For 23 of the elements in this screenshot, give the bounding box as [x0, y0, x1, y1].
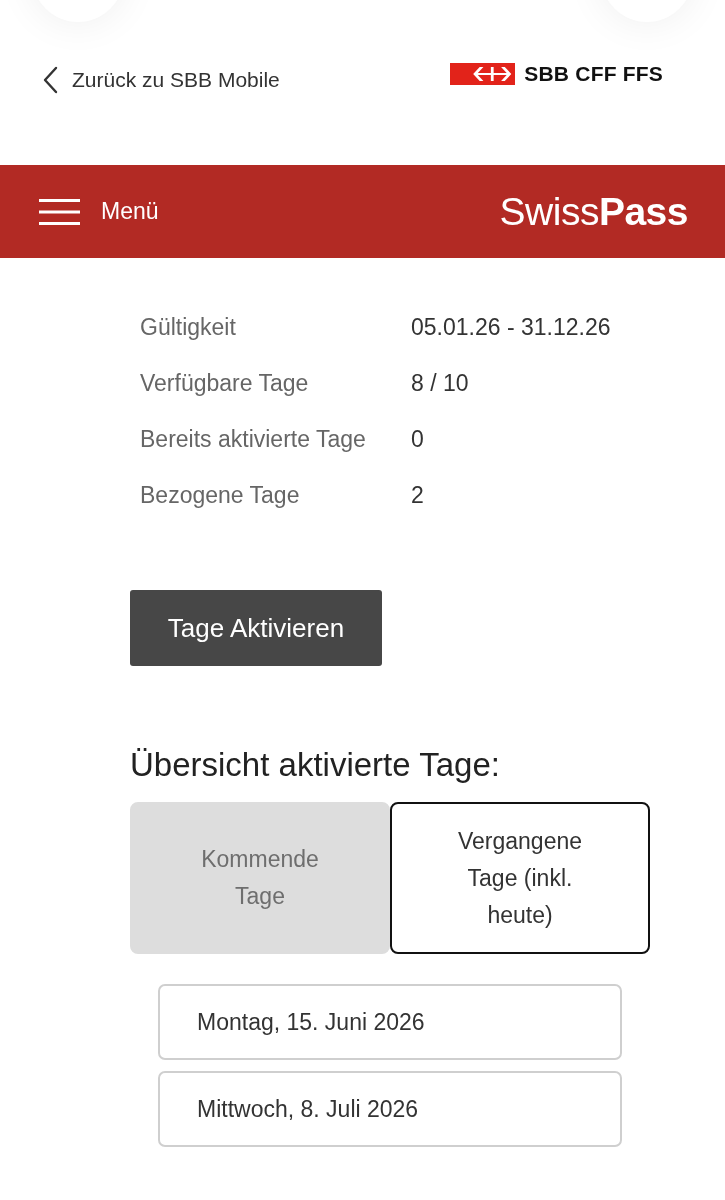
day-card[interactable]: Mittwoch, 8. Juli 2026	[158, 1071, 622, 1147]
back-link[interactable]: Zurück zu SBB Mobile	[42, 62, 280, 94]
detail-label: Gültigkeit	[140, 313, 236, 341]
detail-value: 8 / 10	[411, 369, 469, 397]
detail-value: 05.01.26 - 31.12.26	[411, 313, 611, 341]
back-chevron-icon	[42, 66, 58, 94]
menu-icon	[39, 198, 80, 225]
detail-label: Bereits aktivierte Tage	[140, 425, 366, 453]
menu-button[interactable]: Menü	[39, 198, 159, 225]
brand-title: SwissPass	[499, 189, 688, 234]
detail-value: 0	[411, 425, 424, 453]
section-heading: Übersicht aktivierte Tage:	[130, 746, 500, 784]
day-date: Mittwoch, 8. Juli 2026	[197, 1095, 419, 1123]
day-card[interactable]: Montag, 15. Juni 2026	[158, 984, 622, 1060]
logo-icon	[450, 63, 516, 85]
detail-label: Verfügbare Tage	[140, 369, 309, 397]
day-tab[interactable]: Kommende Tage	[130, 802, 390, 954]
detail-label: Bezogene Tage	[140, 481, 300, 509]
day-date: Montag, 15. Juni 2026	[197, 1008, 425, 1036]
detail-value: 2	[411, 481, 424, 509]
logo-text: SBB CFF FFS	[524, 62, 663, 86]
activate-days-button[interactable]: Tage Aktivieren	[130, 590, 382, 666]
day-tab[interactable]: Vergangene Tage (inkl. heute)	[390, 802, 650, 954]
